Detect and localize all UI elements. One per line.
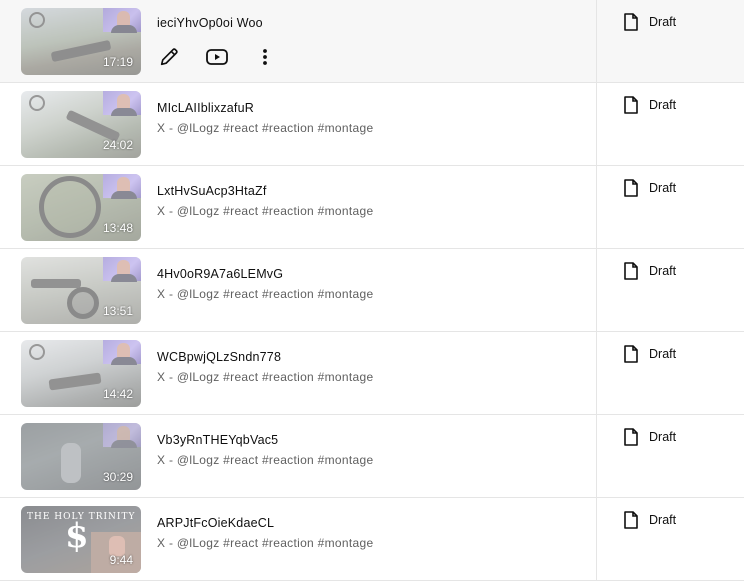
- video-title[interactable]: MIcLAIIblixzafuR: [157, 101, 254, 115]
- edit-details-button[interactable]: [157, 45, 181, 69]
- video-row[interactable]: THE HOLY TRINITY $ 9:44 ARPJtFcOieKdaeCL…: [0, 498, 744, 581]
- visibility-label: Draft: [649, 98, 677, 112]
- video-cell: THE HOLY TRINITY $ 9:44 ARPJtFcOieKdaeCL…: [0, 498, 597, 580]
- draft-icon: [624, 428, 638, 446]
- video-cell: 14:42 WCBpwjQLzSndn778 X - @lLogz #react…: [0, 332, 597, 414]
- draft-icon: [624, 96, 638, 114]
- video-title[interactable]: ARPJtFcOieKdaeCL: [157, 516, 274, 530]
- video-title[interactable]: ieciYhvOp0oi Woo: [157, 16, 263, 30]
- video-cell: 13:48 LxtHvSuAcp3HtaZf X - @lLogz #react…: [0, 166, 597, 248]
- video-title[interactable]: Vb3yRnTHEYqbVac5: [157, 433, 278, 447]
- video-cell: 13:51 4Hv0oR9A7a6LEMvG X - @lLogz #react…: [0, 249, 597, 331]
- video-row[interactable]: 24:02 MIcLAIIblixzafuR X - @lLogz #react…: [0, 83, 744, 166]
- video-title[interactable]: WCBpwjQLzSndn778: [157, 350, 281, 364]
- video-row[interactable]: 30:29 Vb3yRnTHEYqbVac5 X - @lLogz #react…: [0, 415, 744, 498]
- draft-icon: [624, 511, 638, 529]
- video-description: X - @lLogz #react #reaction #montage: [157, 453, 374, 467]
- video-cell: 17:19 ieciYhvOp0oi Woo: [0, 0, 597, 82]
- draft-icon: [624, 345, 638, 363]
- draft-icon: [624, 179, 638, 197]
- options-button[interactable]: [253, 45, 277, 69]
- view-on-youtube-button[interactable]: [205, 45, 229, 69]
- video-row[interactable]: 13:51 4Hv0oR9A7a6LEMvG X - @lLogz #react…: [0, 249, 744, 332]
- visibility-label: Draft: [649, 430, 677, 444]
- video-duration: 17:19: [102, 55, 133, 69]
- more-vert-icon: [263, 49, 267, 65]
- draft-icon: [624, 262, 638, 280]
- youtube-icon: [206, 49, 228, 65]
- visibility-label: Draft: [649, 181, 677, 195]
- pencil-icon: [160, 48, 178, 66]
- video-description: X - @lLogz #react #reaction #montage: [157, 536, 374, 550]
- draft-icon: [624, 13, 638, 31]
- row-actions: [157, 45, 277, 69]
- video-description: X - @lLogz #react #reaction #montage: [157, 121, 374, 135]
- video-description: X - @lLogz #react #reaction #montage: [157, 287, 374, 301]
- video-description: X - @lLogz #react #reaction #montage: [157, 370, 374, 384]
- video-duration: 24:02: [102, 138, 133, 152]
- visibility-label: Draft: [649, 15, 677, 29]
- video-title[interactable]: 4Hv0oR9A7a6LEMvG: [157, 267, 283, 281]
- video-duration: 30:29: [102, 470, 133, 484]
- video-row[interactable]: 14:42 WCBpwjQLzSndn778 X - @lLogz #react…: [0, 332, 744, 415]
- video-row[interactable]: 13:48 LxtHvSuAcp3HtaZf X - @lLogz #react…: [0, 166, 744, 249]
- visibility-label: Draft: [649, 347, 677, 361]
- visibility-label: Draft: [649, 513, 677, 527]
- video-description: X - @lLogz #react #reaction #montage: [157, 204, 374, 218]
- visibility-label: Draft: [649, 264, 677, 278]
- video-cell: 30:29 Vb3yRnTHEYqbVac5 X - @lLogz #react…: [0, 415, 597, 497]
- video-title[interactable]: LxtHvSuAcp3HtaZf: [157, 184, 267, 198]
- video-row[interactable]: 17:19 ieciYhvOp0oi Woo Draft: [0, 0, 744, 83]
- video-list: 17:19 ieciYhvOp0oi Woo Draft 24:02 MIcLA…: [0, 0, 744, 581]
- video-duration: 13:51: [102, 304, 133, 318]
- video-cell: 24:02 MIcLAIIblixzafuR X - @lLogz #react…: [0, 83, 597, 165]
- video-duration: 13:48: [102, 221, 133, 235]
- video-duration: 14:42: [102, 387, 133, 401]
- video-duration: 9:44: [109, 553, 133, 567]
